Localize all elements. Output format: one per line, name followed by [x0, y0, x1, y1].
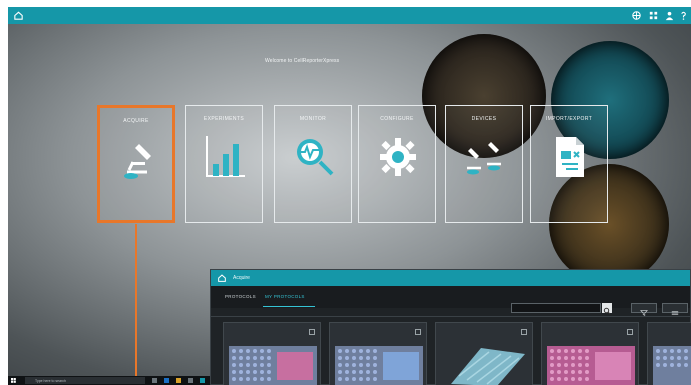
help-icon[interactable] — [678, 10, 689, 21]
magnifier-pulse-icon — [297, 139, 334, 176]
card-menu-icon[interactable] — [415, 329, 421, 335]
tile-configure[interactable]: CONFIGURE — [358, 105, 436, 223]
protocol-card[interactable] — [329, 322, 427, 385]
home-icon[interactable] — [13, 10, 24, 21]
view-toggle-button[interactable] — [662, 303, 688, 315]
document-icon — [556, 137, 584, 177]
welcome-message: Welcome to CellReporterXpress — [265, 58, 340, 64]
windows-start-icon[interactable] — [11, 378, 16, 383]
well-plate-icon — [547, 346, 635, 385]
tile-label: DEVICES — [471, 116, 497, 122]
tab-bar: PROTOCOLS MY PROTOCOLS — [211, 286, 690, 308]
window-header: Acquire — [211, 270, 690, 286]
tile-experiments[interactable]: EXPERIMENTS — [185, 105, 263, 223]
edge-icon[interactable] — [164, 378, 169, 383]
protocol-card[interactable] — [541, 322, 639, 385]
well-plate-icon — [653, 346, 691, 385]
acquire-window: Acquire PROTOCOLS MY PROTOCOLS — [210, 269, 691, 385]
protocol-card[interactable] — [647, 322, 691, 385]
tile-label: EXPERIMENTS — [203, 116, 245, 122]
taskbar: Type here to search — [8, 376, 218, 385]
home-icon[interactable] — [217, 273, 227, 283]
tile-label: CONFIGURE — [380, 116, 414, 122]
microscopes-icon — [467, 142, 501, 175]
tile-label: IMPORT/EXPORT — [545, 116, 593, 122]
protocol-card[interactable] — [435, 322, 533, 385]
gear-icon — [380, 138, 416, 176]
callout-line — [135, 224, 137, 385]
tab-my-protocols[interactable]: MY PROTOCOLS — [265, 294, 305, 299]
person-icon[interactable] — [664, 10, 675, 21]
divider — [211, 316, 690, 317]
protocol-card[interactable] — [223, 322, 321, 385]
protocol-search-input[interactable] — [511, 303, 601, 313]
tile-label: MONITOR — [299, 116, 327, 122]
card-menu-icon[interactable] — [627, 329, 633, 335]
grid-icon[interactable] — [648, 10, 659, 21]
top-bar — [8, 7, 691, 24]
app-taskbar-icon[interactable] — [200, 378, 205, 383]
store-icon[interactable] — [188, 378, 193, 383]
card-menu-icon[interactable] — [521, 329, 527, 335]
tile-label: ACQUIRE — [123, 118, 149, 124]
filter-button[interactable] — [631, 303, 657, 316]
task-view-icon[interactable] — [152, 378, 157, 383]
search-icon — [603, 307, 611, 315]
well-plate-icon — [441, 346, 529, 385]
well-plate-icon — [229, 346, 317, 385]
window-title: Acquire — [233, 275, 250, 281]
tile-acquire[interactable]: ACQUIRE — [97, 105, 175, 223]
tile-import-export[interactable]: IMPORT/EXPORT — [530, 105, 608, 223]
card-menu-icon[interactable] — [309, 329, 315, 335]
folder-icon[interactable] — [176, 378, 181, 383]
tile-devices[interactable]: DEVICES — [445, 105, 523, 223]
tile-monitor[interactable]: MONITOR — [274, 105, 352, 223]
bar-chart-icon — [206, 136, 245, 177]
well-plate-icon — [335, 346, 423, 385]
microscope-icon — [124, 144, 151, 179]
search-button[interactable] — [602, 303, 612, 315]
desktop-screen: Welcome to CellReporterXpress ACQUIRE EX… — [8, 7, 691, 385]
taskbar-search-input[interactable]: Type here to search — [25, 377, 145, 384]
globe-icon[interactable] — [631, 10, 642, 21]
active-tab-indicator — [263, 306, 315, 307]
tab-protocols[interactable]: PROTOCOLS — [225, 294, 256, 299]
